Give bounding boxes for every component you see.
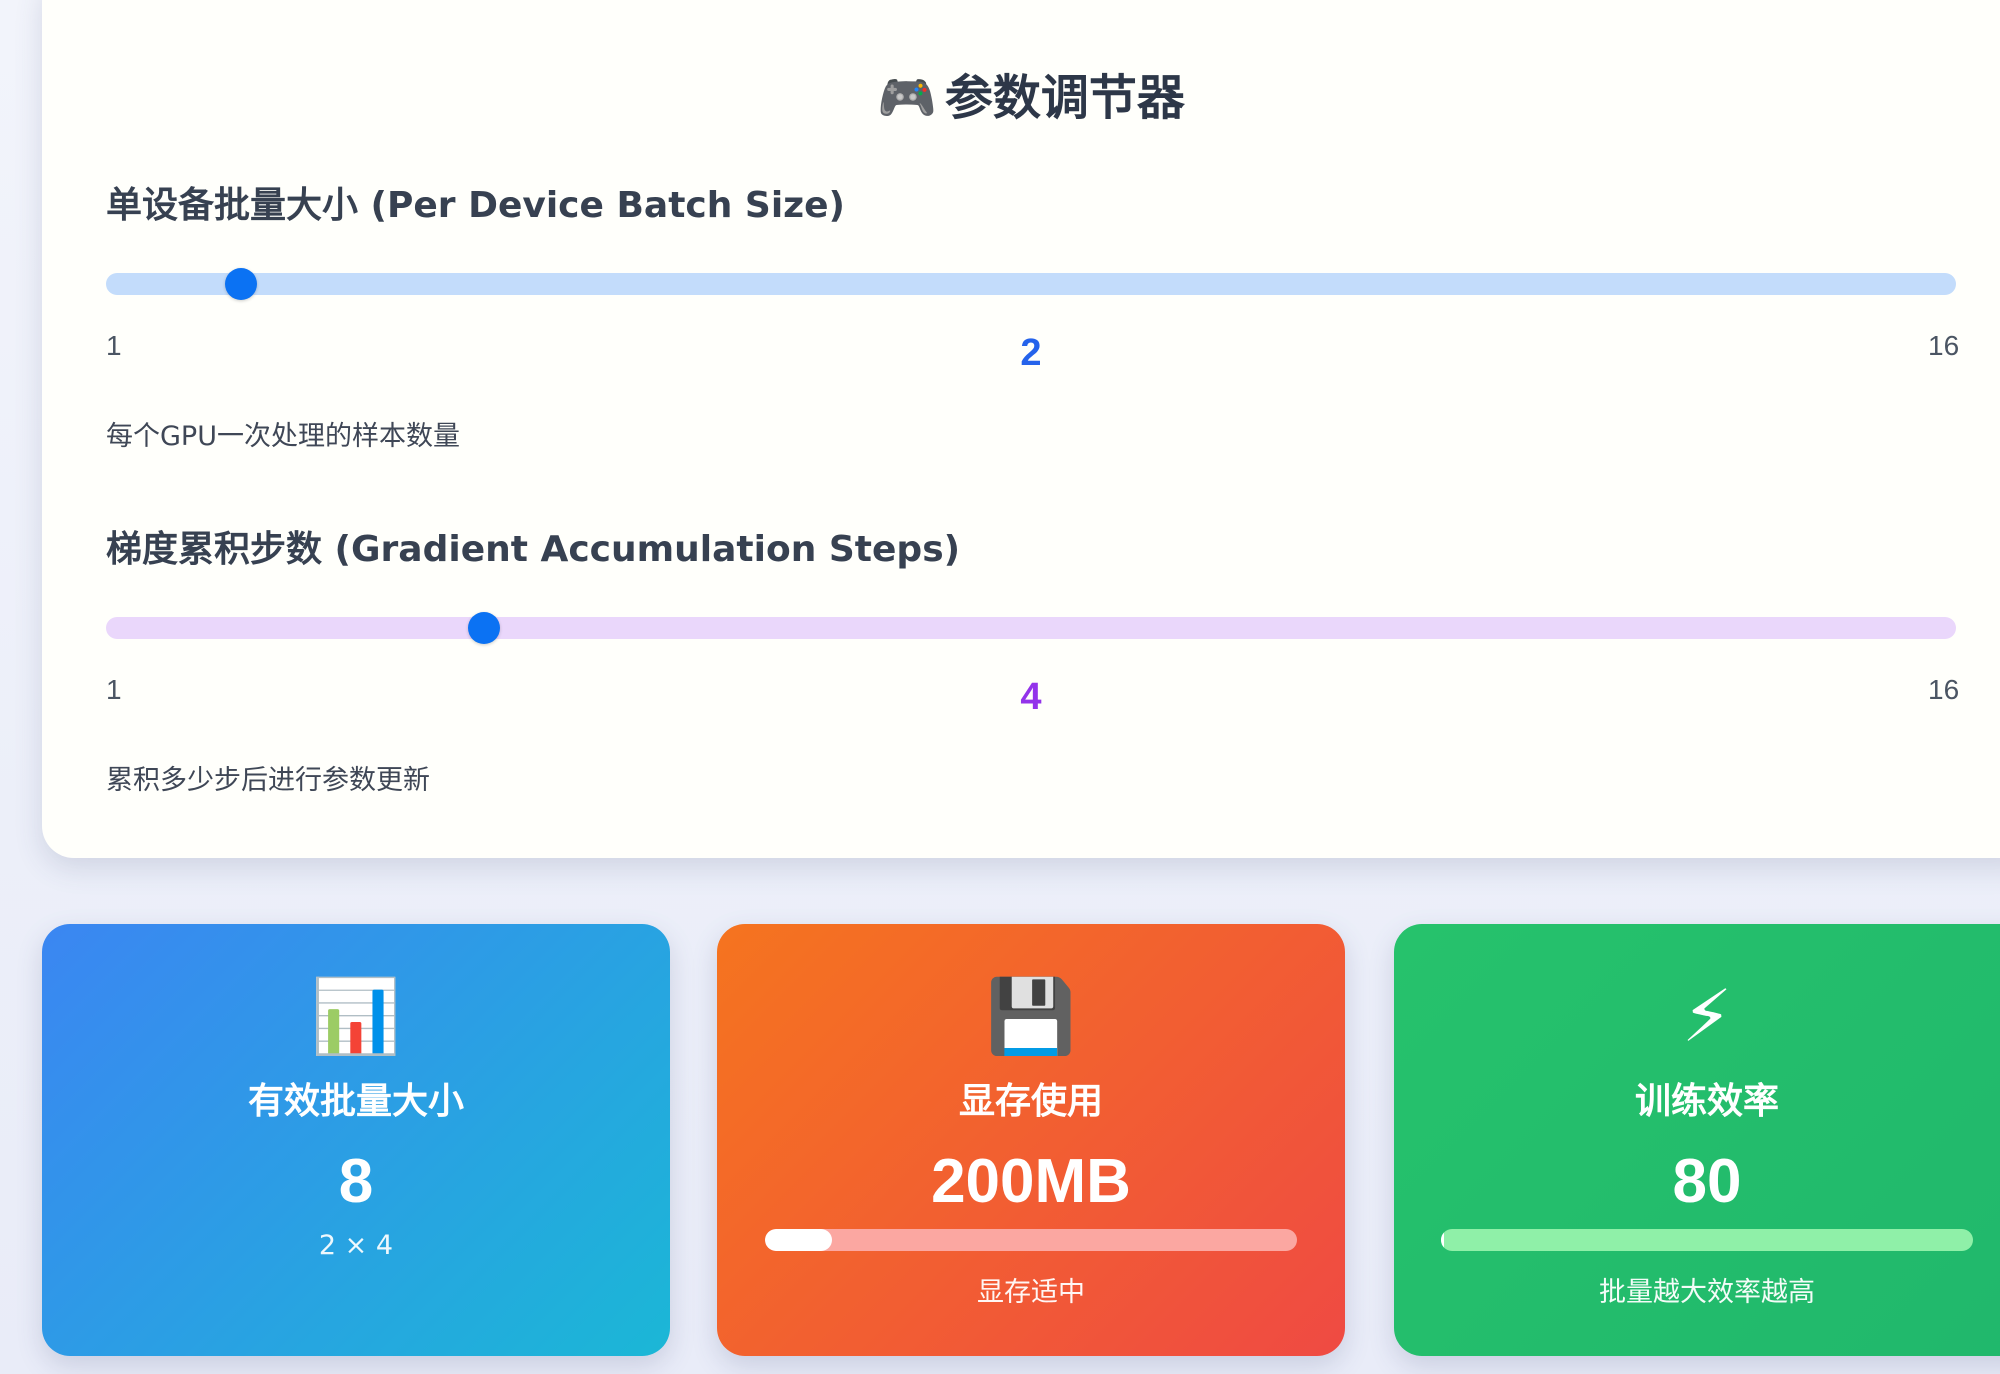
training-efficiency-bar	[1441, 1229, 1973, 1251]
batch-size-label: 单设备批量大小 (Per Device Batch Size)	[106, 185, 846, 226]
training-efficiency-bar-fill	[1441, 1229, 1444, 1251]
panel-title: 🎮 参数调节器	[42, 58, 2000, 128]
floppy-disk-icon: 💾	[986, 974, 1076, 1058]
memory-usage-value: 200MB	[931, 1147, 1131, 1216]
effective-batch-title: 有效批量大小	[247, 1081, 464, 1122]
effective-batch-card: 📊 有效批量大小 8 2 × 4	[42, 924, 670, 1356]
memory-usage-bar-fill	[765, 1229, 832, 1251]
batch-size-value: 2	[1020, 332, 1042, 374]
training-efficiency-title: 训练效率	[1634, 1081, 1779, 1122]
batch-size-description: 每个GPU一次处理的样本数量	[106, 421, 460, 452]
panel-title-text: 参数调节器	[944, 70, 1185, 126]
effective-batch-formula: 2 × 4	[318, 1230, 394, 1261]
memory-usage-status: 显存适中	[977, 1277, 1085, 1308]
grad-accum-value: 4	[1020, 676, 1042, 718]
grad-accum-slider[interactable]	[106, 612, 1956, 644]
training-efficiency-card: ⚡ 训练效率 80 批量越大效率越高	[1394, 924, 2000, 1356]
effective-batch-value: 8	[338, 1147, 374, 1216]
memory-usage-card: 💾 显存使用 200MB 显存适中	[717, 924, 1345, 1356]
game-controller-icon: 🎮	[877, 70, 937, 126]
batch-size-slider[interactable]	[106, 268, 1956, 300]
grad-accum-description: 累积多少步后进行参数更新	[106, 765, 430, 796]
bar-chart-icon: 📊	[311, 974, 401, 1058]
memory-usage-bar	[765, 1229, 1297, 1251]
training-efficiency-value: 80	[1672, 1147, 1742, 1216]
grad-accum-slider-thumb[interactable]	[468, 612, 501, 644]
memory-usage-title: 显存使用	[958, 1081, 1103, 1122]
batch-size-slider-thumb[interactable]	[225, 268, 258, 300]
training-efficiency-note: 批量越大效率越高	[1599, 1277, 1815, 1308]
lightning-icon: ⚡	[1681, 974, 1733, 1058]
grad-accum-label: 梯度累积步数 (Gradient Accumulation Steps)	[106, 529, 961, 570]
